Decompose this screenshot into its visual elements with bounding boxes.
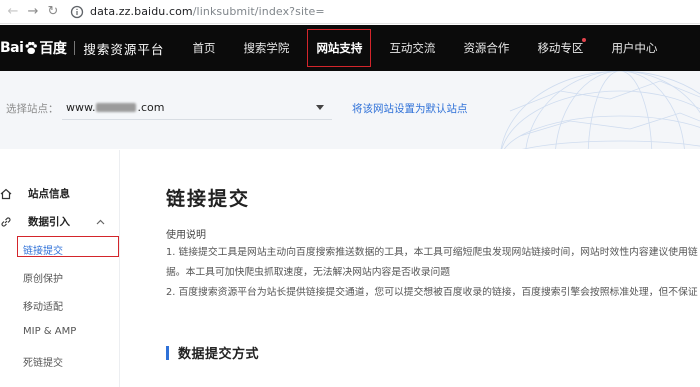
section-accent-bar — [166, 345, 169, 360]
url-path: /linksubmit/index?site= — [192, 5, 325, 18]
section-header: 数据提交方式 — [166, 343, 259, 362]
link-icon — [0, 216, 12, 228]
chevron-down-icon — [316, 105, 324, 110]
usage-heading: 使用说明 — [166, 230, 206, 241]
paw-icon — [25, 41, 38, 54]
nav-item-resource-cooperation[interactable]: 资源合作 — [449, 25, 523, 71]
site-selector-band: 选择站点： www. .com 将该网站设置为默认站点 — [0, 71, 700, 149]
logo-text-right: 百度 — [39, 41, 67, 57]
reload-icon[interactable]: ↻ — [44, 3, 62, 21]
sidebar-item-site-info-label: 站点信息 — [28, 188, 70, 200]
nav-item-mobile-label: 移动专区 — [537, 41, 584, 55]
nav-item-site-support[interactable]: 网站支持 — [303, 25, 375, 71]
home-icon — [0, 188, 12, 200]
section-title: 数据提交方式 — [178, 347, 260, 362]
usage-line: 1. 链接提交工具是网站主动向百度搜索推送数据的工具，本工具可缩短爬虫发现网站链… — [166, 247, 698, 258]
site-info-icon[interactable] — [70, 5, 84, 19]
nav-item-academy[interactable]: 搜索学院 — [229, 25, 303, 71]
notification-dot — [582, 38, 587, 42]
brand-divider — [74, 41, 76, 55]
address-bar[interactable]: data.zz.baidu.com/linksubmit/index?site= — [90, 5, 325, 18]
sidebar-item-data-import[interactable]: 数据引入 — [0, 214, 70, 229]
nav-item-user-center[interactable]: 用户中心 — [597, 25, 671, 71]
nav-item-home[interactable]: 首页 — [178, 25, 229, 71]
url-host: data.zz.baidu.com — [90, 5, 193, 18]
sidebar-item-mip-amp[interactable]: MIP & AMP — [23, 326, 76, 337]
site-value-suffix: .com — [137, 101, 165, 114]
sidebar-item-mobile-adaptation[interactable]: 移动适配 — [23, 298, 63, 313]
logo-text-left: Bai — [0, 40, 24, 56]
site-value-prefix: www. — [66, 101, 96, 114]
back-arrow-icon[interactable]: ← — [4, 3, 22, 21]
page-title: 链接提交 — [166, 188, 251, 210]
usage-line: 2. 百度搜索资源平台为站长提供链接提交通道，您可以提交想被百度收录的链接，百度… — [166, 287, 698, 298]
sidebar: 站点信息 数据引入 链接提交 原创保护 移动适配 MIP & AMP 死链提交 — [0, 150, 120, 387]
usage-line: 据。本工具可加快爬虫抓取速度，无法解决网站内容是否收录问题 — [166, 267, 451, 278]
baidu-logo: Bai 百度 — [0, 38, 67, 58]
sidebar-item-dead-link-submit[interactable]: 死链提交 — [23, 354, 63, 369]
selected-site: www. .com — [66, 101, 164, 114]
sidebar-item-data-import-label: 数据引入 — [28, 216, 70, 228]
nav-item-mobile[interactable]: 移动专区 — [523, 25, 597, 71]
forward-arrow-icon[interactable]: → — [24, 3, 42, 21]
globe-decoration-icon — [500, 71, 700, 149]
platform-name: 搜索资源平台 — [83, 41, 165, 57]
site-selector-label: 选择站点： — [6, 102, 59, 115]
browser-toolbar: ← → ↻ data.zz.baidu.com/linksubmit/index… — [0, 0, 700, 24]
sidebar-item-site-info[interactable]: 站点信息 — [0, 186, 70, 201]
set-default-site-link[interactable]: 将该网站设置为默认站点 — [352, 101, 468, 116]
chevron-up-icon[interactable] — [96, 218, 105, 227]
sidebar-item-original-protection[interactable]: 原创保护 — [23, 270, 63, 285]
brand[interactable]: Bai 百度 搜索资源平台 — [0, 25, 164, 71]
redacted-domain — [96, 103, 137, 112]
nav-item-community[interactable]: 互动交流 — [375, 25, 449, 71]
main-nav: 首页 搜索学院 网站支持 互动交流 资源合作 移动专区 用户中心 — [178, 25, 671, 71]
top-navigation: Bai 百度 搜索资源平台 首页 搜索学院 网站支持 互动交流 资源合作 移动专… — [0, 25, 700, 71]
highlight-box — [17, 236, 119, 257]
site-selector: 选择站点： www. .com 将该网站设置为默认站点 — [6, 96, 468, 120]
site-select-dropdown[interactable]: www. .com — [62, 96, 332, 120]
main-content: 链接提交 使用说明 1. 链接提交工具是网站主动向百度搜索推送数据的工具，本工具… — [121, 150, 700, 387]
